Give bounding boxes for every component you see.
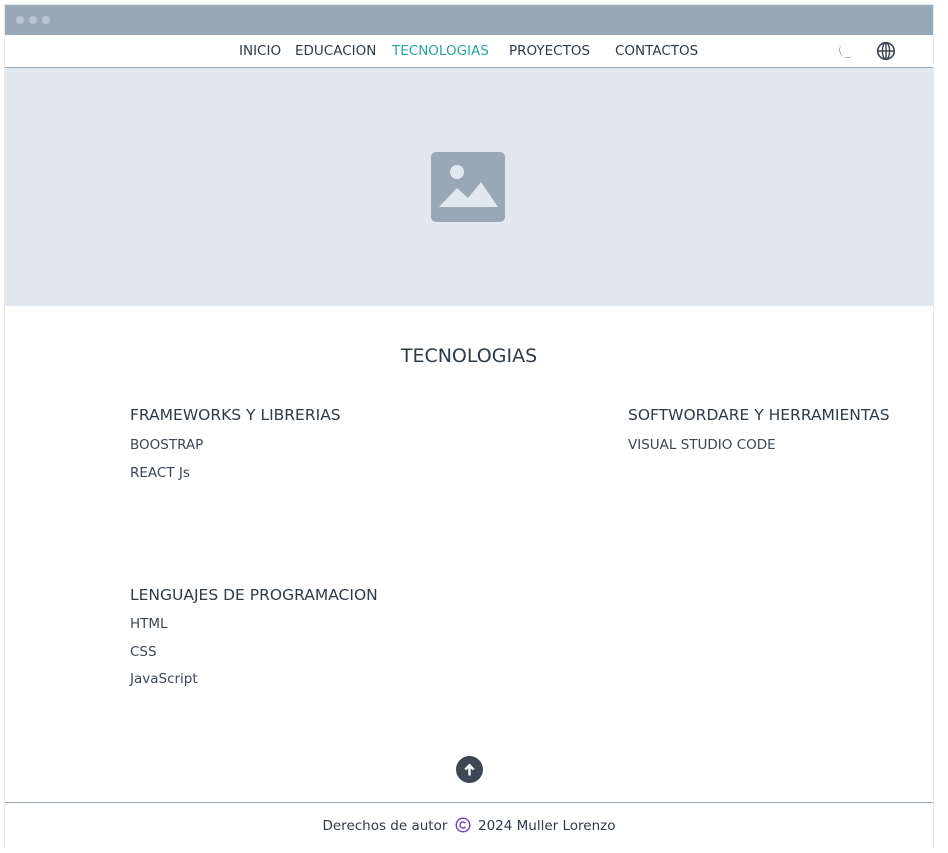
footer: Derechos de autor 2024 Muller Lorenzo: [5, 802, 933, 848]
window-dot-icon: [16, 16, 24, 24]
nav-item-tecnologias[interactable]: TECNOLOGIAS: [392, 43, 489, 59]
globe-icon[interactable]: [875, 40, 897, 62]
list-item: VISUAL STUDIO CODE: [628, 437, 776, 453]
list-item: CSS: [130, 644, 157, 660]
navbar: INICIO EDUCACION TECNOLOGIAS PROYECTOS C…: [5, 35, 933, 68]
arrow-up-icon: [464, 763, 475, 776]
footer-suffix: 2024 Muller Lorenzo: [478, 818, 616, 834]
group-title-frameworks: FRAMEWORKS Y LIBRERIAS: [130, 406, 341, 424]
list-item: HTML: [130, 616, 168, 632]
window-dot-icon: [29, 16, 37, 24]
image-placeholder-icon: [431, 152, 505, 222]
nav-item-proyectos[interactable]: PROYECTOS: [509, 43, 590, 59]
list-item: BOOSTRAP: [130, 437, 204, 453]
window-titlebar: [5, 5, 933, 35]
section-title: TECNOLOGIAS: [400, 345, 538, 367]
browser-window: INICIO EDUCACION TECNOLOGIAS PROYECTOS C…: [5, 5, 933, 848]
footer-text: Derechos de autor 2024 Muller Lorenzo: [5, 817, 933, 834]
copyright-icon: [455, 817, 471, 833]
group-title-lenguajes: LENGUAJES DE PROGRAMACION: [130, 586, 378, 604]
list-item: REACT Js: [130, 465, 190, 481]
list-item: JavaScript: [130, 671, 198, 687]
moon-icon[interactable]: [835, 40, 857, 62]
window-dot-icon: [42, 16, 50, 24]
nav-item-inicio[interactable]: INICIO: [239, 43, 281, 59]
nav-item-educacion[interactable]: EDUCACION: [295, 43, 376, 59]
hero-banner: [5, 68, 933, 306]
group-title-software: SOFTWORDARE Y HERRAMIENTAS: [628, 406, 890, 424]
scroll-top-button[interactable]: [456, 756, 483, 783]
nav-item-contactos[interactable]: CONTACTOS: [615, 43, 698, 59]
footer-prefix: Derechos de autor: [322, 818, 448, 834]
